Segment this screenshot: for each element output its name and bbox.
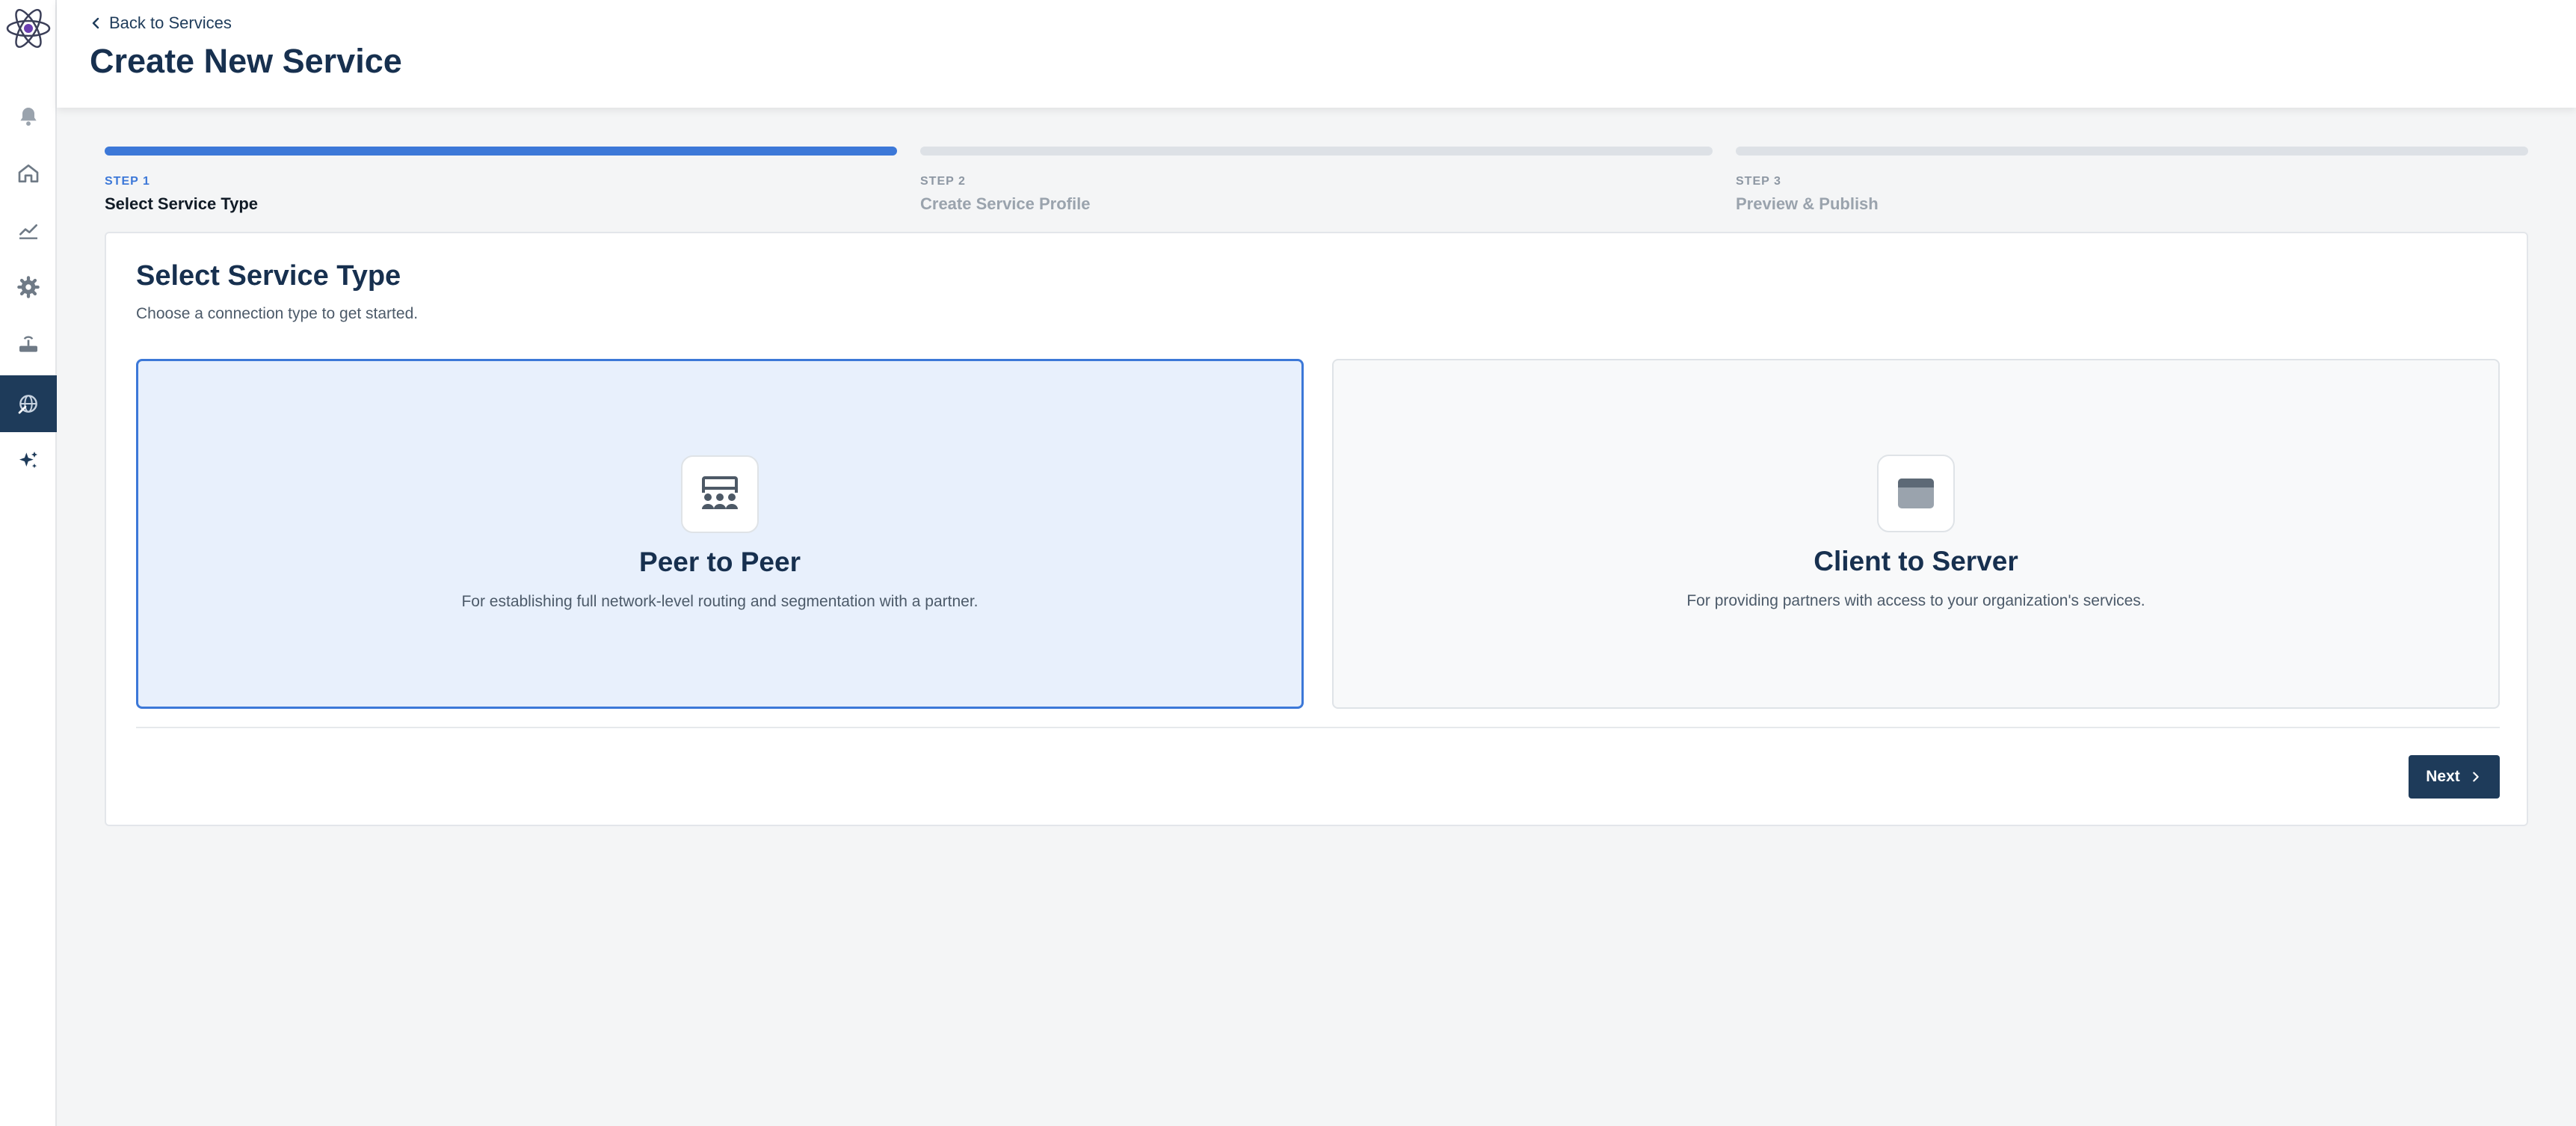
step-select-service-type: STEP 1 Select Service Type <box>105 147 897 214</box>
step-number: STEP 2 <box>920 175 966 188</box>
step-progress-bar <box>920 147 1713 156</box>
sidebar-item-settings[interactable] <box>0 259 57 316</box>
divider <box>136 727 2500 728</box>
step-progress-bar <box>105 147 897 156</box>
server-window-icon <box>1877 455 1955 532</box>
gear-icon <box>17 276 40 298</box>
option-client-to-server[interactable]: Client to Server For providing partners … <box>1332 359 2500 709</box>
atom-logo-icon[interactable] <box>4 4 52 52</box>
back-to-services-link[interactable]: Back to Services <box>88 13 232 33</box>
sparkles-icon <box>19 452 37 469</box>
option-description: For establishing full network-level rout… <box>461 593 979 610</box>
chevron-right-icon <box>2472 772 2479 782</box>
service-type-card: Select Service Type Choose a connection … <box>105 232 2528 826</box>
sidebar-item-analytics[interactable] <box>0 202 57 259</box>
sidebar-item-services[interactable] <box>0 375 57 432</box>
sidebar-item-ai-assistant[interactable] <box>0 432 57 489</box>
option-title: Peer to Peer <box>639 547 801 577</box>
back-link-label: Back to Services <box>109 13 232 32</box>
globe-network-icon <box>18 395 37 414</box>
bell-icon <box>20 108 37 126</box>
next-button[interactable]: Next <box>2409 755 2500 799</box>
step-preview-publish: STEP 3 Preview & Publish <box>1736 147 2528 214</box>
page-title: Create New Service <box>90 42 402 80</box>
step-number: STEP 3 <box>1736 175 1781 188</box>
sidebar-item-home[interactable] <box>0 145 57 202</box>
peer-group-icon <box>681 455 759 533</box>
option-description: For providing partners with access to yo… <box>1686 592 2145 609</box>
home-icon <box>18 164 39 182</box>
option-title: Client to Server <box>1814 546 2018 576</box>
step-progress-bar <box>1736 147 2528 156</box>
sidebar-item-devices[interactable] <box>0 316 57 372</box>
step-number: STEP 1 <box>105 175 150 188</box>
progress-stepper: STEP 1 Select Service Type STEP 2 Create… <box>105 147 2528 214</box>
sidebar-item-notifications[interactable] <box>0 88 57 145</box>
router-icon <box>19 336 37 352</box>
step-label: Create Service Profile <box>920 194 1091 213</box>
card-subtitle: Choose a connection type to get started. <box>136 305 419 322</box>
sidebar <box>0 0 57 1126</box>
step-create-service-profile: STEP 2 Create Service Profile <box>920 147 1713 214</box>
step-label: Select Service Type <box>105 194 259 213</box>
chevron-left-icon <box>92 17 99 29</box>
next-button-label: Next <box>2426 768 2460 785</box>
step-label: Preview & Publish <box>1736 194 1879 213</box>
chart-line-icon <box>19 224 37 239</box>
card-title: Select Service Type <box>136 260 401 292</box>
option-peer-to-peer[interactable]: Peer to Peer For establishing full netwo… <box>136 359 1304 709</box>
page-header: Back to Services Create New Service <box>57 0 2576 108</box>
